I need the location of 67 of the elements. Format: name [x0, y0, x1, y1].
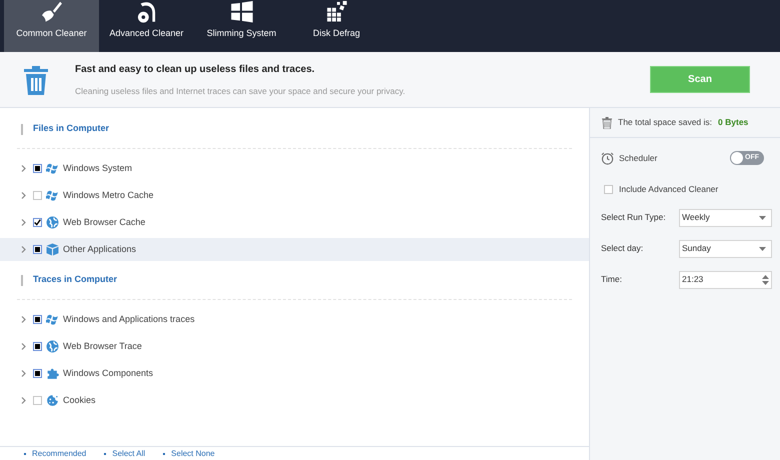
time-field[interactable]: 21:23	[679, 270, 772, 289]
run-type-dropdown[interactable]: Weekly	[679, 208, 772, 227]
checkbox[interactable]	[33, 342, 42, 351]
day-dropdown[interactable]: Sunday	[679, 240, 772, 258]
field-label: Time:	[601, 273, 623, 286]
banner-title: Fast and easy to clean up useless files and traces.	[75, 62, 316, 77]
trash-icon	[602, 116, 612, 128]
tree-item[interactable]: Windows Components	[0, 362, 589, 385]
section-title: Files in Computer	[33, 122, 110, 136]
checkbox[interactable]	[33, 164, 42, 173]
tree-item[interactable]: Web Browser Cache	[0, 211, 589, 234]
banner-subtitle: Cleaning useless files and Internet traces can save your space and secure your privacy.	[75, 84, 406, 98]
expand-chevron-icon[interactable]	[21, 219, 26, 226]
dropdown-arrow-icon	[759, 216, 766, 220]
checkbox[interactable]	[33, 315, 42, 324]
tree-item[interactable]: Windows Metro Cache	[0, 184, 589, 207]
section-title: Traces in Computer	[33, 273, 118, 286]
item-label: Windows and Applications traces	[63, 312, 195, 326]
item-label: Cookies	[63, 394, 96, 407]
alarm-clock-icon	[601, 152, 614, 164]
saved-label: The total space saved is:	[618, 116, 712, 129]
footer-link[interactable]: Select All	[104, 448, 146, 460]
item-label: Web Browser Cache	[63, 216, 146, 229]
globe-icon	[46, 340, 59, 353]
checkbox[interactable]	[33, 369, 42, 378]
tree-item[interactable]: Windows and Applications traces	[0, 308, 589, 331]
field-label: Select Run Type:	[601, 211, 667, 224]
windows-icon	[46, 162, 59, 175]
item-label: Web Browser Trace	[63, 340, 142, 353]
field-label: Select day:	[601, 242, 644, 256]
checkbox[interactable]	[33, 218, 42, 227]
windows-icon	[46, 189, 59, 202]
defrag-icon	[324, 0, 348, 24]
item-label: Windows Components	[63, 366, 154, 380]
nav-tab[interactable]: Common Cleaner	[4, 0, 99, 52]
expand-chevron-icon[interactable]	[21, 246, 26, 253]
tree-item[interactable]: Web Browser Trace	[0, 335, 589, 358]
nav-tab[interactable]: Advanced Cleaner	[99, 0, 194, 52]
dropdown-arrow-icon	[759, 246, 766, 251]
item-label: Windows Metro Cache	[63, 188, 154, 202]
nav-tab[interactable]: Disk Defrag	[289, 0, 384, 52]
cookie-icon	[46, 394, 59, 407]
scheduler-label: Scheduler	[619, 152, 658, 164]
include-advanced-label: Include Advanced Cleaner	[619, 183, 718, 196]
box-icon	[46, 243, 59, 256]
trash-icon	[24, 64, 48, 94]
windows-icon	[230, 0, 254, 24]
expand-chevron-icon[interactable]	[21, 343, 26, 350]
footer-link[interactable]: Recommended	[24, 448, 86, 460]
expand-chevron-icon[interactable]	[21, 316, 26, 323]
footer-link[interactable]: Select None	[163, 448, 215, 460]
expand-chevron-icon[interactable]	[21, 370, 26, 377]
tree-item[interactable]: Cookies	[0, 389, 589, 412]
stepper-arrows-icon[interactable]	[762, 274, 769, 286]
item-label: Windows System	[63, 162, 132, 175]
puzzle-icon	[46, 367, 59, 380]
checkbox[interactable]	[33, 245, 42, 254]
globe-icon	[46, 216, 59, 229]
tree-item[interactable]: Windows System	[0, 157, 589, 180]
windows-icon	[46, 313, 59, 326]
expand-chevron-icon[interactable]	[21, 165, 26, 172]
tree-item[interactable]: Other Applications	[0, 238, 589, 261]
item-label: Other Applications	[63, 242, 136, 256]
expand-chevron-icon[interactable]	[21, 397, 26, 404]
saved-value: 0 Bytes	[718, 116, 748, 129]
nav-tab[interactable]: Slimming System	[194, 0, 289, 52]
expand-chevron-icon[interactable]	[21, 192, 26, 199]
